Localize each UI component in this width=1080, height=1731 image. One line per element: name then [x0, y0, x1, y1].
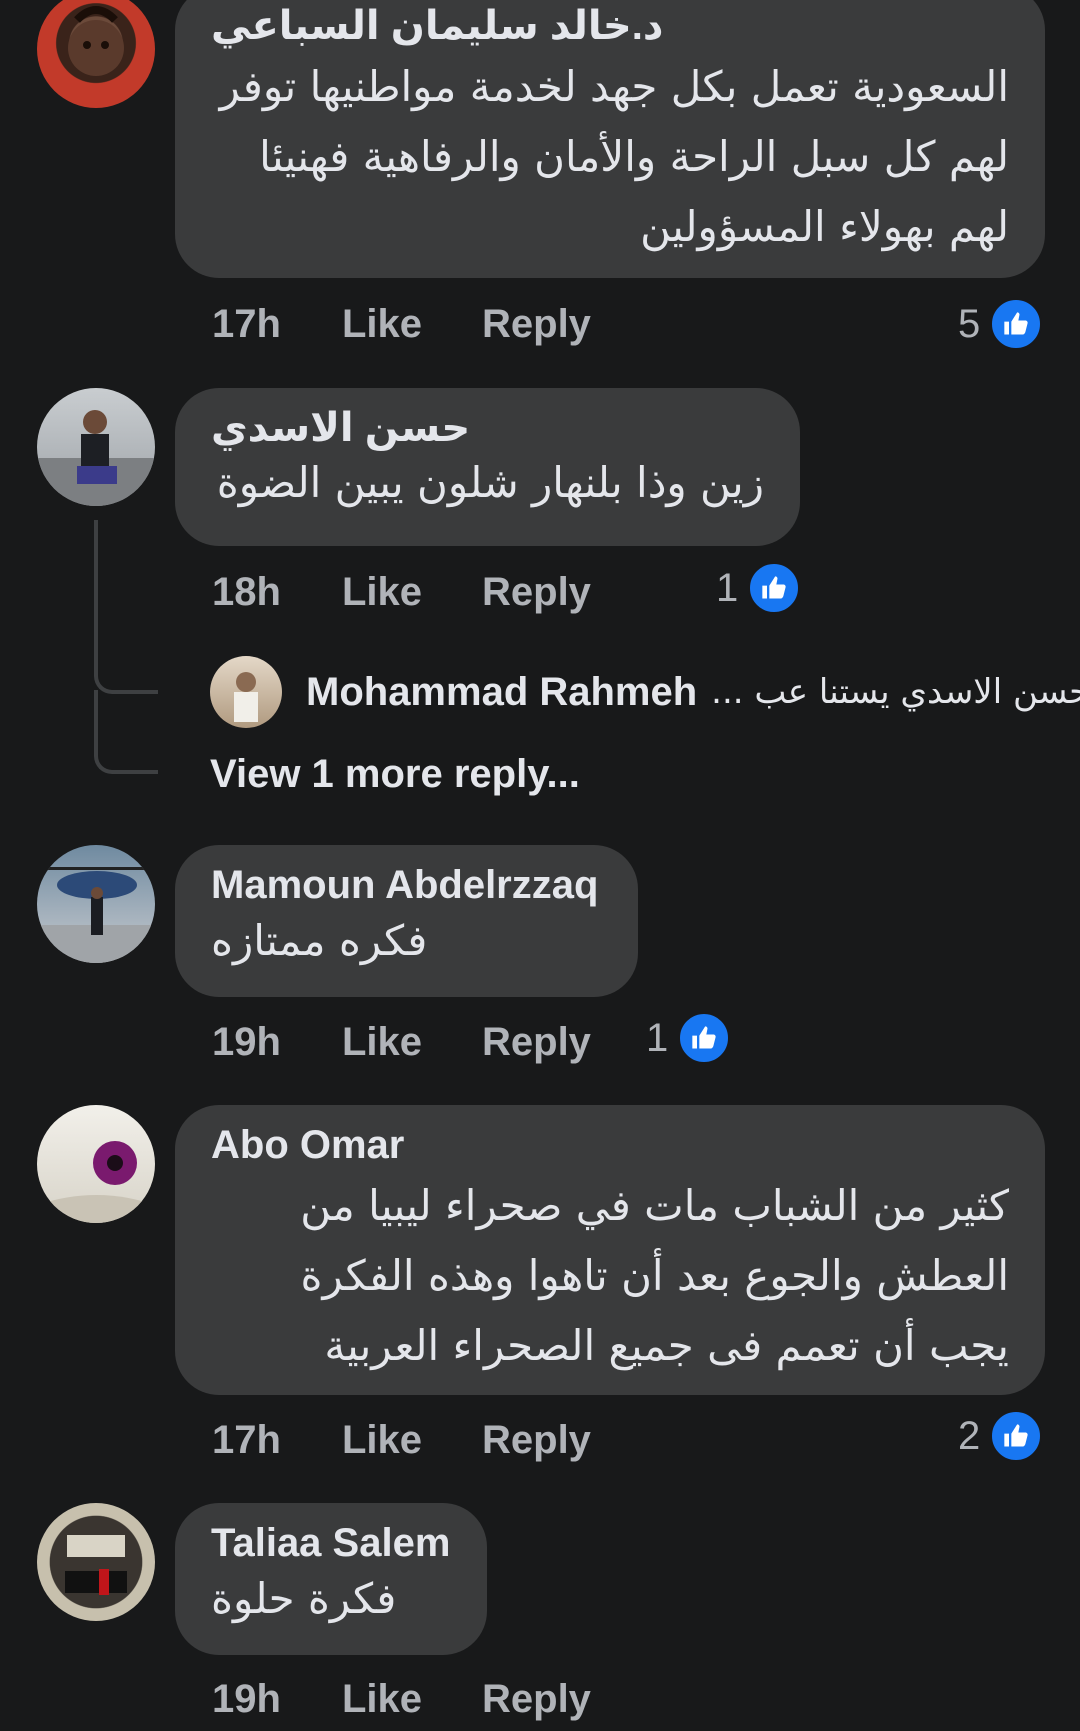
comment-actions-2: 18h Like Reply: [212, 562, 591, 622]
comment-bubble-1: د.خالد سليمان السباعي السعودية تعمل بكل …: [175, 0, 1045, 278]
reaction-summary-3[interactable]: 1: [646, 1008, 731, 1068]
reaction-count-2: 1: [716, 565, 739, 610]
reply-button-4[interactable]: Reply: [482, 1418, 591, 1463]
avatar-comment-4[interactable]: [37, 1105, 155, 1223]
reply-button-5[interactable]: Reply: [482, 1677, 591, 1722]
comment-time-4[interactable]: 17h: [212, 1418, 342, 1463]
comment-time-2[interactable]: 18h: [212, 570, 342, 615]
comment-bubble-4: Abo Omar كثير من الشباب مات في صحراء ليب…: [175, 1105, 1045, 1395]
avatar-comment-3[interactable]: [37, 845, 155, 963]
reaction-summary-4[interactable]: 2: [958, 1406, 1043, 1466]
comment-text-3: فكره ممتازه: [211, 916, 428, 965]
reaction-summary-2[interactable]: 1: [716, 558, 801, 618]
avatar-comment-5[interactable]: [37, 1503, 155, 1621]
comment-text-4: كثير من الشباب مات في صحراء ليبيا من الع…: [300, 1181, 1009, 1370]
comment-author-2[interactable]: حسن الاسدي: [211, 402, 470, 454]
comment-time-1[interactable]: 17h: [212, 302, 342, 347]
comment-actions-5: 19h Like Reply: [212, 1669, 591, 1729]
comment-actions-1: 17h Like Reply: [212, 294, 591, 354]
reply-preview[interactable]: Mohammad Rahmeh حسن الاسدي يستنا عب ...: [210, 655, 1080, 729]
like-reaction-icon: [748, 562, 801, 614]
comment-time-3[interactable]: 19h: [212, 1020, 342, 1065]
comment-bubble-5: Taliaa Salem فكرة حلوة: [175, 1503, 487, 1655]
reaction-summary-1[interactable]: 5: [958, 294, 1043, 354]
comment-actions-3: 19h Like Reply: [212, 1012, 591, 1072]
comment-actions-4: 17h Like Reply: [212, 1410, 591, 1470]
like-button-5[interactable]: Like: [342, 1677, 482, 1722]
reaction-count-4: 2: [958, 1413, 981, 1458]
like-reaction-icon: [678, 1012, 731, 1064]
like-reaction-icon: [990, 298, 1043, 350]
comment-text-1: السعودية تعمل بكل جهد لخدمة مواطنيها توف…: [219, 62, 1009, 251]
avatar-flower-photo-icon: [37, 1141, 155, 1223]
comment-author-4[interactable]: Abo Omar: [211, 1119, 1009, 1171]
avatar-child-photo-icon: [68, 6, 124, 76]
view-more-replies-link[interactable]: View 1 more reply...: [210, 752, 580, 797]
reply-avatar-photo-icon: [234, 672, 258, 722]
comment-bubble-3: Mamoun Abdelrzzaq فكره ممتازه: [175, 845, 638, 997]
comment-text-2: زين وذا بلنهار شلون يبين الضوة: [216, 458, 764, 507]
reaction-count-1: 5: [958, 301, 981, 346]
avatar-helicopter-photo-icon: [37, 867, 155, 963]
comment-text-5: فكرة حلوة: [211, 1574, 397, 1623]
comment-author-1[interactable]: د.خالد سليمان السباعي: [211, 0, 663, 52]
reply-button-2[interactable]: Reply: [482, 570, 591, 615]
comment-author-3[interactable]: Mamoun Abdelrzzaq: [211, 859, 602, 911]
like-button-2[interactable]: Like: [342, 570, 482, 615]
like-button-1[interactable]: Like: [342, 302, 482, 347]
avatar-logo-photo-icon: [38, 1504, 154, 1620]
like-button-3[interactable]: Like: [342, 1020, 482, 1065]
avatar-comment-1[interactable]: [37, 0, 155, 108]
thread-connector-more: [94, 690, 158, 774]
thread-connector: [94, 520, 158, 694]
like-button-4[interactable]: Like: [342, 1418, 482, 1463]
reaction-count-3: 1: [646, 1015, 669, 1060]
reply-button-3[interactable]: Reply: [482, 1020, 591, 1065]
reply-avatar[interactable]: [210, 656, 282, 728]
reply-snippet[interactable]: حسن الاسدي يستنا عب ...: [711, 672, 1080, 712]
like-reaction-icon: [990, 1410, 1043, 1462]
comment-bubble-2: حسن الاسدي زين وذا بلنهار شلون يبين الضو…: [175, 388, 800, 546]
avatar-person-photo-icon: [37, 410, 155, 506]
comment-time-5[interactable]: 19h: [212, 1677, 342, 1722]
avatar-comment-2[interactable]: [37, 388, 155, 506]
reply-button-1[interactable]: Reply: [482, 302, 591, 347]
comment-author-5[interactable]: Taliaa Salem: [211, 1517, 451, 1569]
reply-author[interactable]: Mohammad Rahmeh: [306, 670, 697, 715]
